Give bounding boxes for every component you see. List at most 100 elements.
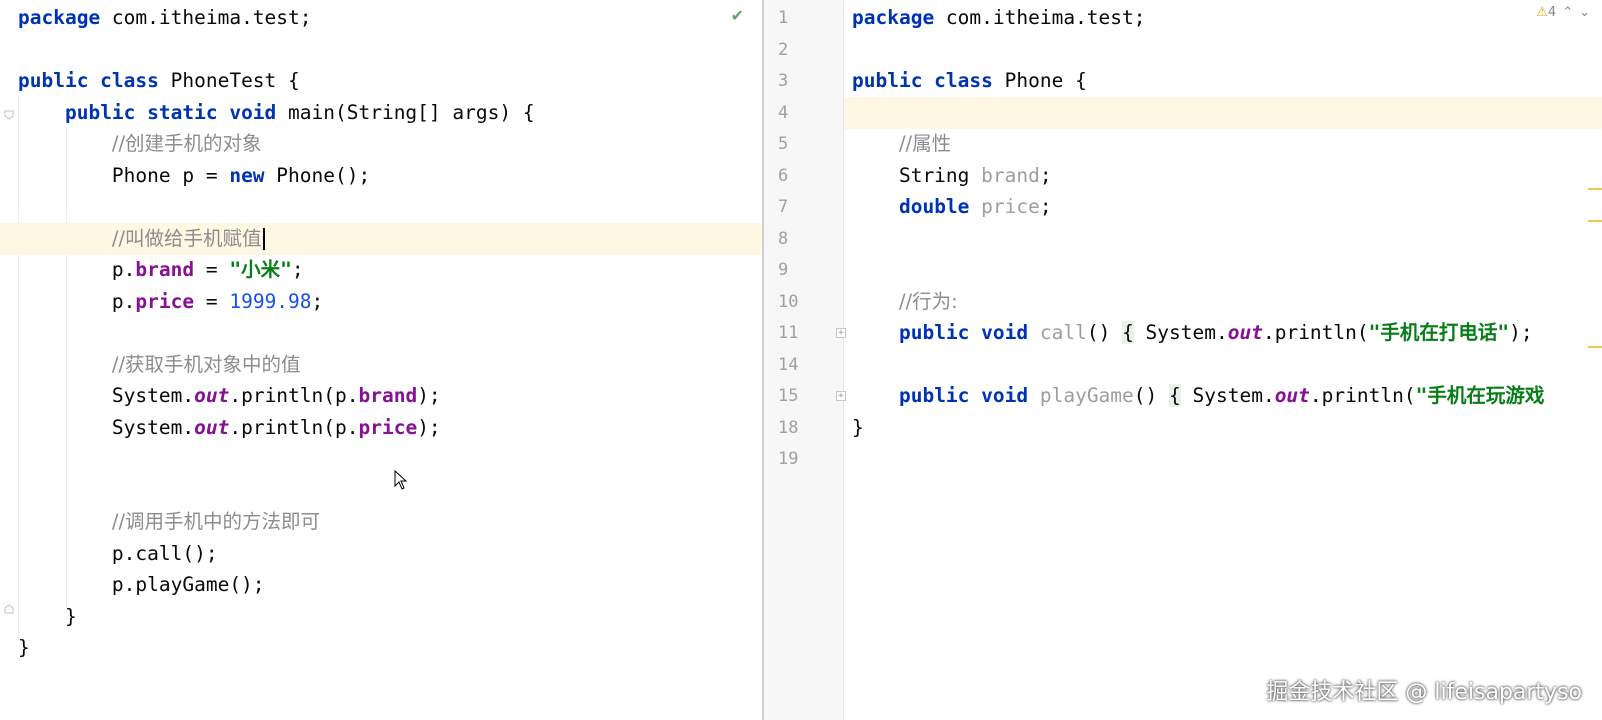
line-number[interactable]: 19 [778,443,818,475]
line-number[interactable]: 7 [778,191,818,223]
code-line[interactable]: public void call() { System.out.println(… [764,317,1602,349]
line-number[interactable]: 11 [778,317,818,349]
code-line[interactable] [764,34,1602,66]
chevron-up-icon[interactable]: ⌃ [1562,5,1573,20]
code-token: "手机在打电话" [1368,321,1510,344]
code-line[interactable]: package com.itheima.test; [764,2,1602,34]
code-token: () [1086,321,1123,344]
code-token: .println( [1262,321,1369,344]
code-line[interactable]: public void playGame() { System.out.prin… [764,380,1602,412]
code-line[interactable]: public class PhoneTest { [0,65,762,97]
line-number[interactable]: 8 [778,223,818,255]
code-line[interactable]: p.brand = "小米"; [0,254,762,286]
code-line[interactable]: } [0,601,762,633]
editor-phonetest[interactable]: package com.itheima.test; public class Ph… [0,0,762,720]
line-number-gutter[interactable]: 1 2 3 4 5 6 7 8 9 10 11 14 15 18 19 + + [764,0,846,720]
code-token: brand [135,258,195,281]
code-line[interactable]: System.out.println(p.price); [0,412,762,444]
code-comment: //创建手机的对象 [111,132,262,155]
code-token: p.playGame(); [18,573,265,596]
code-token: public class [18,69,159,92]
code-line[interactable]: //获取手机对象中的值 [0,349,762,381]
code-line[interactable]: Phone p = new Phone(); [0,160,762,192]
code-line[interactable]: String brand; [764,160,1602,192]
code-token: new [229,163,265,187]
line-number[interactable]: 18 [778,412,818,444]
code-line[interactable]: p.call(); [0,538,762,570]
code-token: ; [1039,195,1052,218]
line-number[interactable]: 1 [778,2,818,34]
code-line[interactable]: package com.itheima.test; [0,2,762,34]
code-line[interactable] [764,96,1602,129]
code-token: main(String[] args) { [276,100,535,124]
code-token: .println(p. [229,415,359,439]
code-area[interactable]: package com.itheima.test; public class Ph… [0,0,762,720]
code-line[interactable]: public class Phone { [764,65,1602,97]
warning-triangle-icon[interactable]: ⚠4 [1536,5,1556,20]
scrollbar-warning-mark[interactable] [1588,346,1602,348]
line-number[interactable]: 9 [778,254,818,286]
code-line[interactable]: //调用手机中的方法即可 [0,506,762,538]
code-token: public class [852,69,993,92]
mouse-pointer-icon [394,470,408,490]
code-line[interactable] [764,223,1602,255]
line-number[interactable]: 10 [778,286,818,318]
code-text: public class PhoneTest { [18,65,300,97]
code-line[interactable] [0,475,762,507]
code-token: = [194,258,230,281]
code-line[interactable]: p.price = 1999.98; [0,286,762,318]
code-line[interactable]: //行为: [764,286,1602,318]
line-number[interactable]: 3 [778,65,818,97]
code-token: System. [18,415,195,439]
expand-fold-icon[interactable]: + [836,328,846,338]
code-token: public void [898,321,1029,344]
code-line[interactable]: public static void main(String[] args) { [0,97,762,129]
code-text: package com.itheima.test; [852,2,1146,34]
code-text: } [18,601,77,633]
code-token: playGame [1039,384,1134,407]
scrollbar-warning-mark[interactable] [1588,220,1602,222]
code-line[interactable] [0,34,762,66]
watermark: 掘金技术社区 @ lifeisapartyso [1266,680,1582,705]
chevron-down-icon[interactable]: ⌄ [1579,5,1590,20]
line-number[interactable]: 6 [778,160,818,192]
code-line[interactable]: //创建手机的对象 [0,128,762,160]
code-line[interactable]: } [0,632,762,664]
code-line[interactable]: System.out.println(p.brand); [0,380,762,412]
code-token: } [18,636,30,659]
code-line[interactable] [0,191,762,223]
code-token: } [18,604,77,628]
line-number[interactable]: 2 [778,34,818,66]
line-number[interactable]: 4 [778,97,818,129]
expand-fold-icon[interactable]: + [836,391,846,401]
line-number[interactable]: 15 [778,380,818,412]
inspection-widget[interactable]: ⚠4 ⌃ ⌄ [1536,5,1590,20]
code-line[interactable]: p.playGame(); [0,569,762,601]
code-text: Phone p = new Phone(); [18,160,370,192]
code-text: package com.itheima.test; [18,2,312,34]
code-line[interactable]: //属性 [764,128,1602,160]
scrollbar-warning-mark[interactable] [1588,188,1602,190]
editor-phone[interactable]: package com.itheima.test; public class Ph… [764,0,1602,720]
code-line[interactable]: double price; [764,191,1602,223]
code-token: Phone p = [18,163,230,187]
code-line[interactable] [0,317,762,349]
code-area[interactable]: package com.itheima.test; public class Ph… [764,0,1602,720]
code-line[interactable]: } [764,412,1602,444]
code-token: com.itheima.test; [934,6,1146,29]
code-comment: //属性 [898,132,952,155]
line-number[interactable]: 5 [778,128,818,160]
code-line[interactable]: //叫做给手机赋值 [0,222,762,255]
code-line[interactable] [0,443,762,475]
code-line[interactable] [764,254,1602,286]
code-text: p.price = 1999.98; [18,286,323,318]
code-line[interactable] [764,443,1602,475]
code-line[interactable] [764,349,1602,381]
code-text: //获取手机对象中的值 [18,349,301,381]
line-number[interactable]: 14 [778,349,818,381]
